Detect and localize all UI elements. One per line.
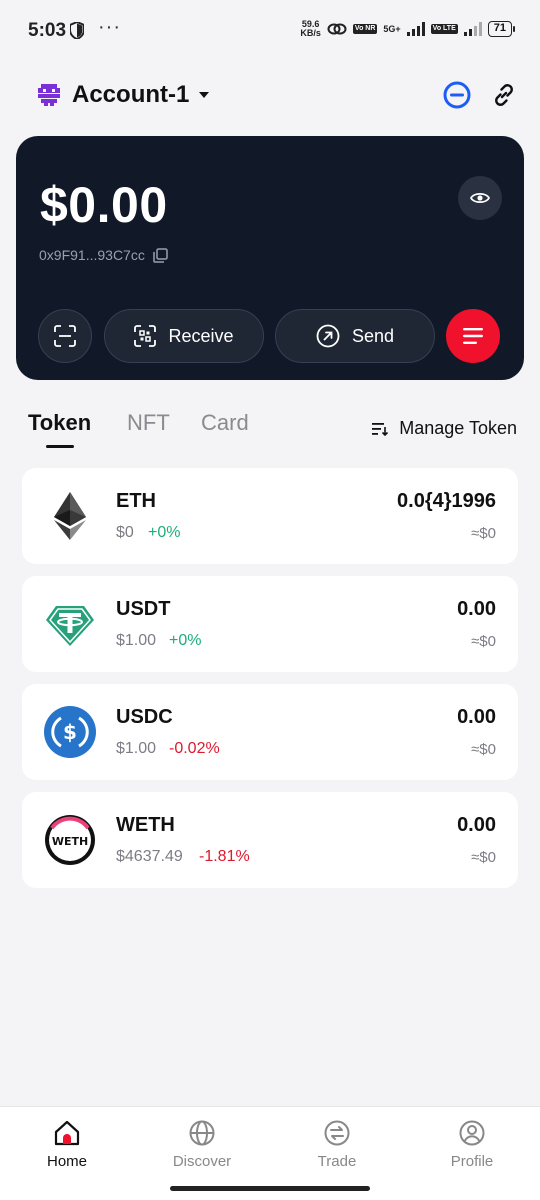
token-symbol: USDT (116, 598, 171, 620)
ethereum-icon (54, 492, 86, 540)
shield-icon (70, 22, 84, 39)
token-row-weth[interactable]: WETH WETH $4637.49 -1.81% 0.00 ≈$0 (22, 792, 518, 888)
tether-icon (46, 606, 94, 646)
token-symbol: ETH (116, 490, 156, 512)
receive-label: Receive (168, 325, 234, 346)
net-speed: 59.6 KB/s (300, 20, 321, 38)
address-text: 0x9F91...93C7cc (39, 247, 145, 263)
receive-button[interactable]: Receive (104, 309, 264, 363)
send-button[interactable]: Send (275, 309, 435, 363)
tab-token[interactable]: Token (28, 410, 91, 436)
manage-list-icon (372, 422, 389, 436)
toggle-balance-visibility-button[interactable] (458, 176, 502, 220)
nav-trade[interactable]: Trade (287, 1119, 387, 1170)
wallet-actions: Receive Send (38, 309, 502, 363)
menu-icon (463, 328, 483, 344)
token-change: -0.02% (169, 740, 220, 757)
profile-icon (459, 1120, 485, 1146)
token-amount: 0.00 (457, 814, 496, 836)
scan-button[interactable] (38, 309, 92, 363)
token-list: ETH $0 +0% 0.0{4}1996 ≈$0 USDT $1.00 +0%… (22, 468, 518, 900)
token-price: $0 (116, 524, 134, 541)
nav-home[interactable]: Home (17, 1119, 117, 1170)
nav-home-label: Home (46, 1153, 87, 1170)
signal-icon-2 (463, 22, 482, 36)
nav-discover[interactable]: Discover (152, 1119, 252, 1170)
token-price: $4637.49 (116, 848, 183, 865)
app-header: Account-1 (0, 76, 540, 116)
token-fiat-value: ≈$0 (471, 741, 496, 758)
manage-token-button[interactable]: Manage Token (371, 418, 517, 439)
more-notifications-icon: ··· (98, 16, 121, 38)
battery-icon: 71 (487, 21, 516, 37)
token-fiat-value: ≈$0 (471, 633, 496, 650)
token-amount: 0.00 (457, 598, 496, 620)
scan-icon (54, 325, 76, 347)
token-symbol: WETH (116, 814, 175, 836)
total-balance: $0.00 (40, 177, 168, 233)
qr-code-icon (134, 325, 157, 347)
tab-card[interactable]: Card (201, 410, 249, 436)
network-icon[interactable] (443, 81, 471, 109)
status-time: 5:03 (28, 20, 67, 41)
token-row-usdt[interactable]: USDT $1.00 +0% 0.00 ≈$0 (22, 576, 518, 672)
weth-icon: WETH (45, 815, 95, 865)
globe-icon (189, 1120, 215, 1146)
token-change: -1.81% (199, 848, 250, 865)
send-arrow-icon (316, 324, 340, 348)
nav-profile-label: Profile (450, 1153, 494, 1170)
link-icon[interactable] (490, 81, 518, 109)
token-row-usdc[interactable]: $ USDC $1.00 -0.02% 0.00 ≈$0 (22, 684, 518, 780)
svg-text:$: $ (63, 720, 77, 744)
swap-icon (324, 1120, 350, 1146)
link-icon (327, 23, 347, 35)
eye-icon (470, 192, 490, 204)
account-selector[interactable]: Account-1 (72, 81, 189, 109)
gesture-home-indicator[interactable] (170, 1186, 370, 1191)
svg-text:WETH: WETH (52, 835, 88, 848)
wallet-card: $0.00 0x9F91...93C7cc Receive Send (16, 136, 524, 380)
asset-tabs: Token NFT Card Manage Token (0, 410, 540, 450)
signal-icon (406, 22, 425, 36)
volte-badge: Vo NR (352, 24, 378, 34)
manage-token-label: Manage Token (399, 418, 517, 438)
copy-icon[interactable] (153, 247, 168, 263)
chevron-down-icon[interactable] (199, 92, 209, 98)
account-avatar-icon[interactable] (38, 84, 60, 106)
volte-badge-2: Vo LTE (430, 24, 458, 34)
nav-profile[interactable]: Profile (422, 1119, 522, 1170)
tab-nft[interactable]: NFT (127, 410, 170, 436)
token-change: +0% (148, 524, 181, 541)
token-symbol: USDC (116, 706, 173, 728)
status-indicators: 59.6 KB/s Vo NR 5G+ Vo LTE 71 (300, 20, 516, 38)
token-price: $1.00 (116, 632, 157, 649)
token-amount: 0.0{4}1996 (397, 490, 496, 512)
net-speed-unit: KB/s (300, 28, 321, 38)
nav-trade-label: Trade (317, 1153, 357, 1170)
home-icon (54, 1120, 80, 1146)
token-amount: 0.00 (457, 706, 496, 728)
token-fiat-value: ≈$0 (471, 849, 496, 866)
wallet-address[interactable]: 0x9F91...93C7cc (39, 247, 168, 263)
send-label: Send (351, 325, 395, 346)
status-bar: 5:03 ··· 59.6 KB/s Vo NR 5G+ Vo LTE 71 (0, 0, 540, 62)
token-row-eth[interactable]: ETH $0 +0% 0.0{4}1996 ≈$0 (22, 468, 518, 564)
token-price: $1.00 (116, 740, 157, 757)
network-type: 5G+ (383, 23, 401, 34)
more-actions-button[interactable] (446, 309, 500, 363)
nav-discover-label: Discover (172, 1153, 232, 1170)
token-change: +0% (169, 632, 202, 649)
token-fiat-value: ≈$0 (471, 525, 496, 542)
active-tab-indicator (46, 445, 74, 448)
usdc-icon: $ (44, 706, 96, 758)
